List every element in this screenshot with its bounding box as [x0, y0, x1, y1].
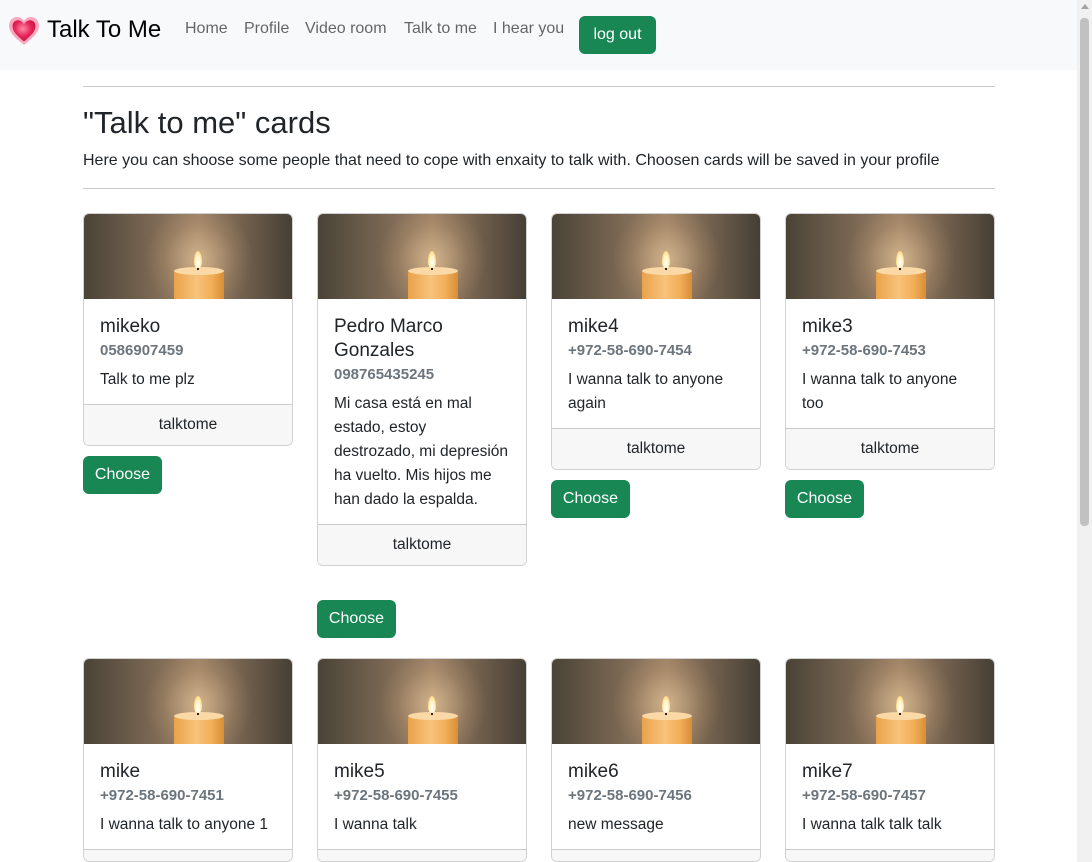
card-category: talktome [786, 849, 994, 861]
card-message: I wanna talk to anyone too [802, 371, 958, 412]
card-phone: +972-58-690-7453 [802, 342, 926, 359]
page-title: "Talk to me" cards [83, 105, 331, 140]
card-message: Mi casa está en mal estado, estoy destro… [334, 395, 509, 508]
card-message: Talk to me plz [100, 371, 195, 388]
card-phone: +972-58-690-7455 [334, 787, 458, 804]
divider [83, 188, 995, 189]
choose-button[interactable]: Choose [83, 456, 162, 494]
candle-image [552, 659, 760, 744]
choose-button[interactable]: Choose [317, 600, 396, 638]
nav-link-home[interactable]: Home [185, 18, 228, 40]
nav-link-talk-to-me[interactable]: Talk to me [404, 18, 477, 40]
nav-link-i-hear-you[interactable]: I hear you [493, 18, 564, 40]
navbar: Talk To Me Home Profile Video room Talk … [0, 0, 1077, 70]
talk-card: mike6 +972-58-690-7456 new message talkt… [551, 658, 761, 862]
card-name: Pedro Marco Gonzales [334, 316, 443, 361]
candle-image [786, 659, 994, 744]
talk-card: Pedro Marco Gonzales 098765435245 Mi cas… [317, 213, 527, 566]
card-category: talktome [84, 404, 292, 445]
card-category: talktome [552, 428, 760, 469]
candle-image [84, 659, 292, 744]
card-phone: +972-58-690-7454 [568, 342, 692, 359]
candle-image [786, 214, 994, 299]
page-description: Here you can shoose some people that nee… [83, 152, 940, 169]
card-message: I wanna talk to anyone 1 [100, 816, 269, 833]
nav-link-profile[interactable]: Profile [244, 18, 289, 40]
talk-card: mike3 +972-58-690-7453 I wanna talk to a… [785, 213, 995, 470]
card-message: I wanna talk to anyone again [568, 371, 724, 412]
card-name: mike3 [802, 316, 853, 337]
card-phone: 098765435245 [334, 366, 435, 383]
scrollbar[interactable] [1077, 0, 1092, 862]
scrollbar-thumb[interactable] [1080, 18, 1089, 526]
card-name: mike4 [568, 316, 619, 337]
card-message: new message [568, 816, 664, 833]
card-phone: +972-58-690-7451 [100, 787, 224, 804]
talk-card: mikeko 0586907459 Talk to me plz talktom… [83, 213, 293, 446]
scroll-up-arrow-icon[interactable] [1081, 4, 1089, 9]
card-name: mike5 [334, 761, 385, 782]
candle-image [84, 214, 292, 299]
card-category: talktome [552, 849, 760, 861]
card-name: mikeko [100, 316, 161, 337]
card-message: I wanna talk talk talk [802, 816, 942, 833]
card-category: talktome [318, 524, 526, 565]
card-phone: +972-58-690-7456 [568, 787, 692, 804]
heart-icon[interactable] [8, 16, 40, 46]
candle-image [318, 659, 526, 744]
talk-card: mike +972-58-690-7451 I wanna talk to an… [83, 658, 293, 862]
card-phone: +972-58-690-7457 [802, 787, 926, 804]
candle-image [552, 214, 760, 299]
card-category: talktome [318, 849, 526, 861]
talk-card: mike5 +972-58-690-7455 I wanna talk talk… [317, 658, 527, 862]
logout-button[interactable]: log out [579, 16, 656, 54]
nav-link-video-room[interactable]: Video room [305, 18, 387, 40]
divider [83, 86, 995, 87]
card-name: mike [100, 761, 141, 782]
candle-image [318, 214, 526, 299]
choose-button[interactable]: Choose [785, 480, 864, 518]
card-category: talktome [786, 428, 994, 469]
card-category: talktome [84, 849, 292, 861]
card-phone: 0586907459 [100, 342, 184, 359]
card-name: mike7 [802, 761, 853, 782]
card-name: mike6 [568, 761, 619, 782]
talk-card: mike7 +972-58-690-7457 I wanna talk talk… [785, 658, 995, 862]
card-message: I wanna talk [334, 816, 417, 833]
talk-card: mike4 +972-58-690-7454 I wanna talk to a… [551, 213, 761, 470]
choose-button[interactable]: Choose [551, 480, 630, 518]
brand-title[interactable]: Talk To Me [47, 14, 161, 46]
